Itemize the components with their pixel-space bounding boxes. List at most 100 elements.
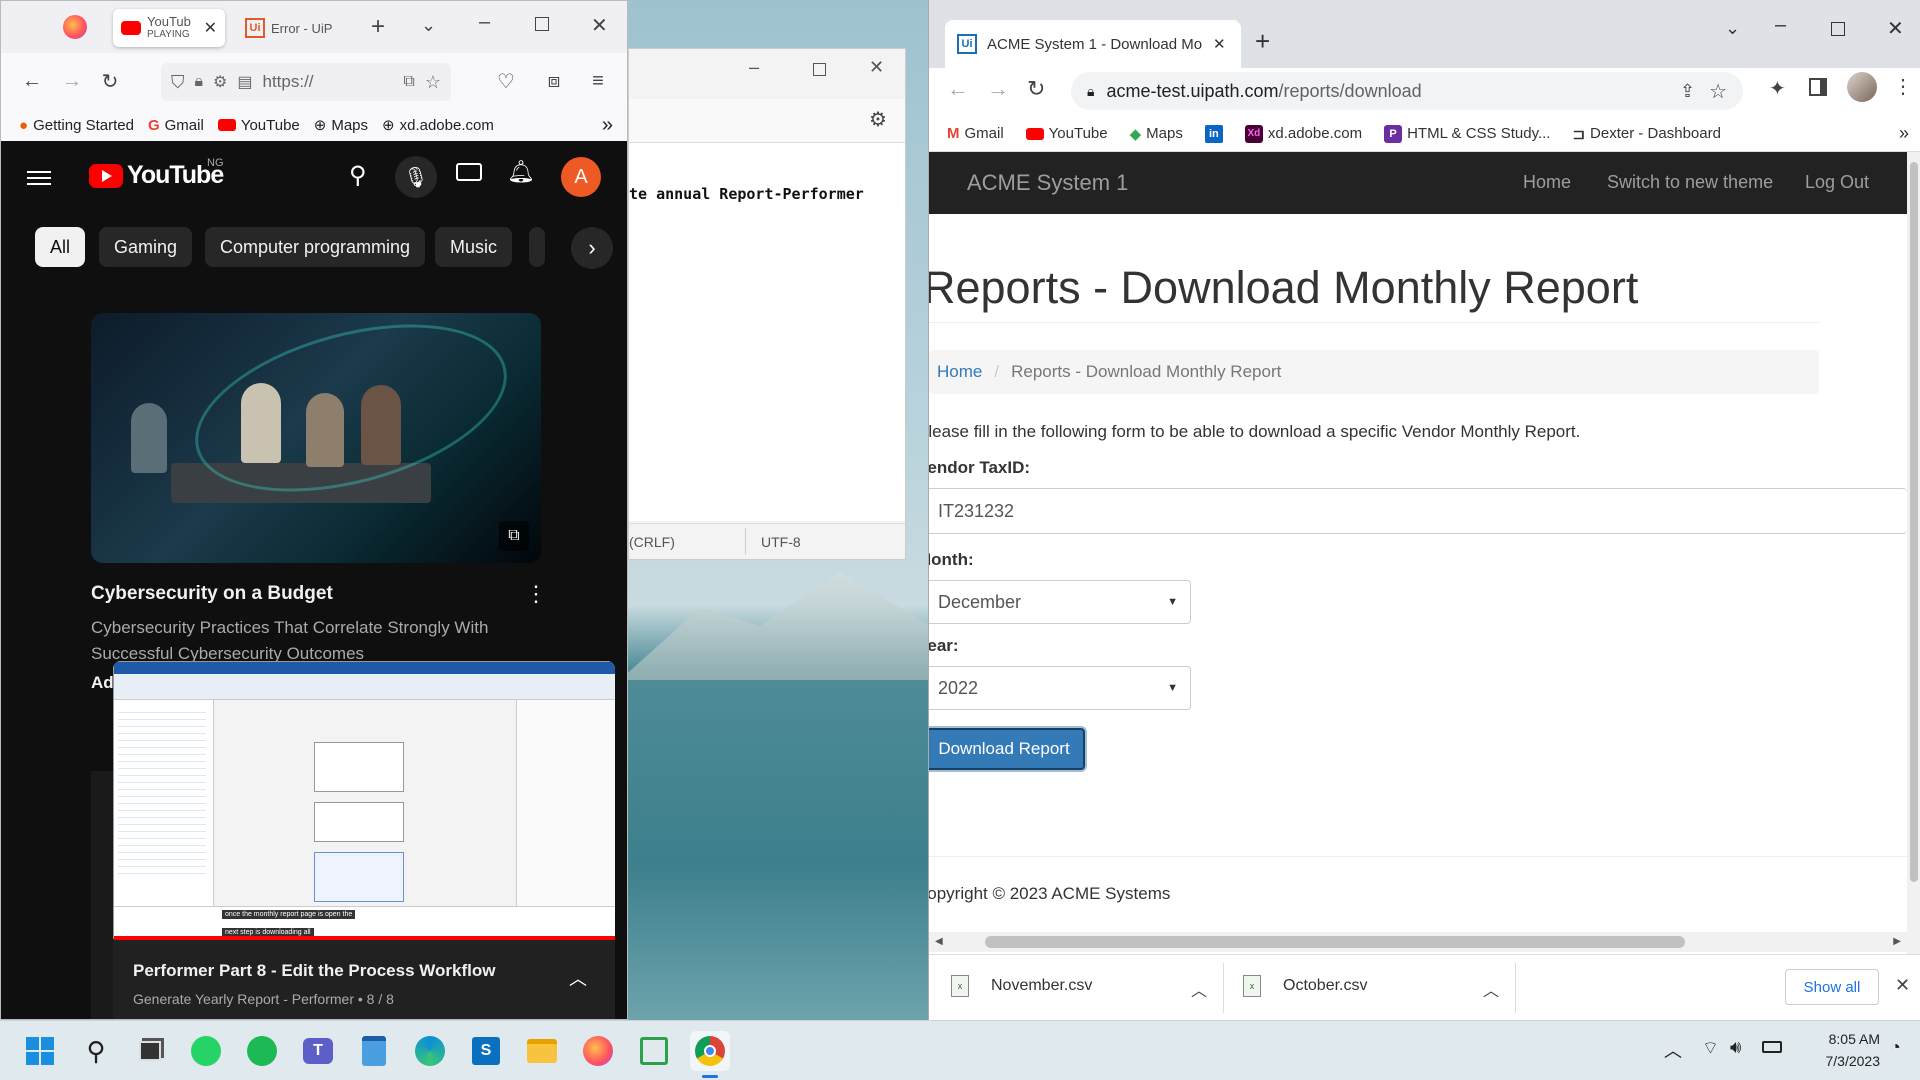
youtube-menu-icon[interactable] <box>27 167 51 189</box>
year-select[interactable]: 2022 ▼ <box>929 666 1191 710</box>
chip-music[interactable]: Music <box>435 227 513 267</box>
youtube-logo-icon[interactable] <box>89 164 123 188</box>
chrome-menu-icon[interactable]: ⋮ <box>1893 74 1913 99</box>
nav-log-out[interactable]: Log Out <box>1805 172 1869 193</box>
menu-hamburger-icon[interactable]: ≡ <box>581 64 615 98</box>
voice-search-mic-icon[interactable]: 🎙︎ <box>395 156 437 198</box>
minimize-icon[interactable]: – <box>479 11 490 34</box>
miniplayer-title[interactable]: Performer Part 8 - Edit the Process Work… <box>133 961 495 981</box>
forward-arrow-icon[interactable]: → <box>55 64 89 98</box>
tab-youtube[interactable]: YouTub PLAYING ✕ <box>113 9 225 47</box>
close-window-icon[interactable]: ✕ <box>591 13 608 38</box>
search-icon[interactable]: ⚲ <box>76 1031 116 1071</box>
tracking-shield-icon[interactable]: ⛉ <box>171 72 185 93</box>
side-panel-icon[interactable] <box>1809 78 1827 96</box>
list-tabs-chevron-down-icon[interactable]: ⌄ <box>421 15 436 36</box>
nav-switch-theme[interactable]: Switch to new theme <box>1607 172 1773 193</box>
bookmark-xd-adobe[interactable]: ⊕ xd.adobe.com <box>382 116 494 135</box>
scroll-right-arrow-icon[interactable]: ▶ <box>1893 936 1901 947</box>
close-tab-icon[interactable]: ✕ <box>204 18 217 38</box>
download-item-november[interactable]: x November.csv <box>951 975 1092 997</box>
maximize-icon[interactable] <box>535 17 549 31</box>
edge-icon[interactable] <box>410 1031 450 1071</box>
firefox-url-bar[interactable]: ⛉ 🔒︎ ⚙︎ ▤ https:// ⧉ ☆ <box>161 63 451 101</box>
clock-time[interactable]: 8:05 AM <box>1800 1031 1880 1047</box>
open-external-icon[interactable]: ⧉ <box>499 521 529 551</box>
notifications-bell-icon[interactable]: 🔔︎ <box>507 159 535 185</box>
chrome-icon[interactable] <box>690 1031 730 1071</box>
lock-icon[interactable]: 🔒︎ <box>195 73 204 91</box>
bookmarks-overflow-chevron-icon[interactable]: » <box>602 114 613 137</box>
uipath-studio-icon[interactable]: S <box>466 1031 506 1071</box>
file-explorer-icon[interactable] <box>522 1031 562 1071</box>
miniplayer-video[interactable]: once the monthly report page is open the… <box>113 661 615 940</box>
maximize-icon[interactable] <box>813 63 826 76</box>
volume-icon[interactable]: 🔊︎ <box>1730 1037 1741 1058</box>
chrome-url-bar[interactable]: 🔒︎ acme-test.uipath.com /reports/downloa… <box>1071 72 1743 110</box>
maximize-icon[interactable] <box>1831 22 1845 36</box>
tab-acme-download[interactable]: Ui ACME System 1 - Download Mon ✕ <box>945 20 1241 68</box>
chip-computer-programming[interactable]: Computer programming <box>205 227 426 267</box>
search-icon[interactable]: ⚲ <box>349 161 367 190</box>
new-tab-icon[interactable]: + <box>1255 26 1270 57</box>
bookmark-maps[interactable]: ⊕ Maps <box>314 116 368 135</box>
minimize-icon[interactable]: – <box>1775 14 1786 37</box>
reload-icon[interactable]: ↻ <box>1027 76 1045 102</box>
video-thumbnail[interactable]: ⧉ <box>91 313 541 563</box>
video-title[interactable]: Cybersecurity on a Budget <box>91 583 333 605</box>
bookmark-dexter-dashboard[interactable]: ⊐ Dexter - Dashboard <box>1572 125 1720 143</box>
close-window-icon[interactable]: ✕ <box>869 57 884 78</box>
extensions-icon[interactable]: ⧈ <box>537 64 571 98</box>
avatar[interactable]: A <box>561 157 601 197</box>
forward-arrow-icon[interactable]: → <box>987 76 1009 102</box>
bookmark-maps[interactable]: ◆ Maps <box>1130 125 1183 143</box>
reader-icon[interactable]: ▤ <box>237 72 252 92</box>
bookmark-star-icon[interactable]: ☆ <box>425 72 441 93</box>
create-video-icon[interactable] <box>456 163 482 181</box>
settings-gear-icon[interactable]: ⚙ <box>869 107 887 132</box>
download-report-button[interactable]: Download Report <box>929 728 1085 770</box>
download-options-chevron-up-icon[interactable]: ︿ <box>1191 977 1207 1001</box>
month-select[interactable]: December ▼ <box>929 580 1191 624</box>
expand-chevron-up-icon[interactable]: ︿ <box>569 965 587 991</box>
bookmark-xd-adobe[interactable]: Xd xd.adobe.com <box>1244 124 1362 143</box>
clock-date[interactable]: 7/3/2023 <box>1800 1053 1881 1069</box>
notifications-icon[interactable]: ◔ <box>1890 1037 1901 1058</box>
minimize-icon[interactable]: – <box>749 57 759 78</box>
extensions-puzzle-icon[interactable]: ✦ <box>1769 76 1786 101</box>
video-more-options-icon[interactable]: ⋮ <box>525 581 547 607</box>
whatsapp-icon[interactable] <box>186 1031 226 1071</box>
bookmark-youtube[interactable]: YouTube <box>217 117 300 134</box>
breadcrumb-home-link[interactable]: Home <box>937 362 982 382</box>
lock-icon[interactable]: 🔒︎ <box>1087 83 1094 100</box>
page-vertical-scrollbar[interactable] <box>1907 152 1920 954</box>
vendor-taxid-input[interactable]: IT231232 <box>929 488 1907 534</box>
bookmark-star-icon[interactable]: ☆ <box>1709 79 1727 104</box>
pocket-icon[interactable]: ♡ <box>489 64 523 98</box>
back-arrow-icon[interactable]: ← <box>15 64 49 98</box>
teams-icon[interactable]: T <box>298 1031 338 1071</box>
chip-gaming[interactable]: Gaming <box>99 227 193 267</box>
scroll-left-arrow-icon[interactable]: ◀ <box>935 936 943 947</box>
uipath-assistant-icon[interactable] <box>634 1031 674 1071</box>
firefox-icon[interactable] <box>578 1031 618 1071</box>
permissions-icon[interactable]: ⚙︎ <box>213 72 227 92</box>
screenshot-icon[interactable]: ⧉ <box>403 73 414 91</box>
acme-brand[interactable]: ACME System 1 <box>967 170 1128 196</box>
nav-home[interactable]: Home <box>1523 172 1571 193</box>
wifi-icon[interactable]: ⌔ <box>1702 1037 1719 1060</box>
show-all-downloads-button[interactable]: Show all <box>1785 969 1879 1005</box>
back-arrow-icon[interactable]: ← <box>947 76 969 102</box>
miniplayer[interactable]: once the monthly report page is open the… <box>113 661 615 1019</box>
download-options-chevron-up-icon[interactable]: ︿ <box>1483 977 1499 1001</box>
close-downloads-bar-icon[interactable]: ✕ <box>1895 975 1910 996</box>
task-view-icon[interactable] <box>130 1031 170 1071</box>
notepad-icon[interactable] <box>354 1031 394 1071</box>
profile-avatar[interactable] <box>1847 72 1877 102</box>
spotify-icon[interactable] <box>242 1031 282 1071</box>
tab-search-chevron-down-icon[interactable]: ⌄ <box>1725 18 1740 39</box>
close-tab-icon[interactable]: ✕ <box>1213 35 1226 53</box>
chip-partial[interactable] <box>529 227 545 267</box>
page-horizontal-scrollbar[interactable]: ◀ ▶ <box>929 932 1907 952</box>
show-hidden-icons-chevron-up-icon[interactable]: ︿ <box>1664 1037 1682 1063</box>
